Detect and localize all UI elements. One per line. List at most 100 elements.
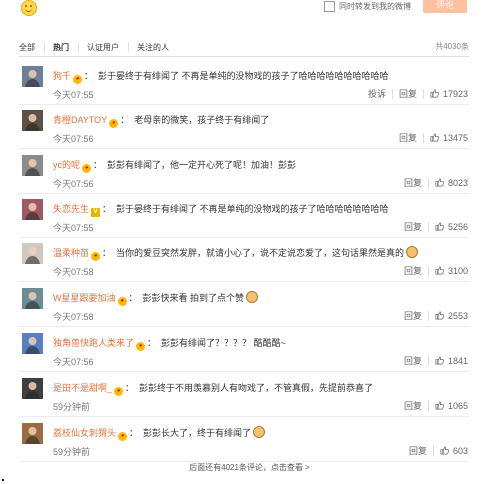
user-badge-icon: ◕ (82, 164, 92, 173)
tab-hot[interactable]: 热门 (53, 42, 69, 53)
thumbs-up-icon (435, 311, 444, 320)
avatar[interactable] (22, 288, 43, 309)
comment-line: yc的呢 ◕： 彭彭有绯闻了，他一定开心死了呢！加油！彭彭 (53, 158, 296, 173)
reply-button[interactable]: 回复 (399, 131, 417, 144)
comment-text: 彭于晏终于有绯闻了 不再是单纯的没物戏的孩子了哈哈哈哈哈哈哈哈 (116, 204, 389, 214)
comment-actions: 回复 2553 (398, 309, 468, 322)
thumbs-up-icon (435, 401, 444, 410)
avatar[interactable] (22, 243, 43, 264)
comment-colon: ： (102, 248, 112, 258)
comment-text: 彭彭长大了，终于有绯闻了 (143, 428, 252, 438)
action-divider (422, 88, 424, 99)
like-button[interactable]: 5256 (435, 222, 468, 232)
emoji-picker-icon[interactable] (21, 0, 37, 16)
reply-button[interactable]: 回复 (404, 220, 422, 233)
action-divider (427, 355, 429, 366)
comment-line: 独角兽快跑人类来了 ◕： 彭彭有绯闻了？？？？ 酷酷酷~ (53, 336, 286, 351)
avatar[interactable] (22, 66, 43, 87)
like-button[interactable]: 2553 (435, 311, 468, 321)
like-button[interactable]: 8023 (435, 178, 468, 188)
action-divider (427, 400, 429, 411)
comment-line: 荔枝仙女刺猬头 ◕： 彭彭长大了，终于有绯闻了 (53, 426, 266, 441)
like-button[interactable]: 13475 (430, 133, 468, 143)
comment-item: W星星跟要加油 ◕： 彭彭快来看 拍到了点个赞 今天07:58 回复 2553 (19, 282, 469, 327)
like-count: 8023 (447, 177, 468, 188)
comment-text: 当你的爱豆突然发胖，就请小心了，说不定说恋爱了，这句话果然是真的 (116, 248, 405, 258)
reply-button[interactable]: 回复 (404, 264, 422, 277)
thumbs-up-icon (435, 356, 444, 365)
like-count: 3100 (447, 265, 468, 276)
user-badge-icon: ◕ (91, 252, 101, 261)
tab-followed-users[interactable]: 关注的人 (137, 42, 169, 53)
thumbs-up-icon (435, 178, 444, 187)
comment-time: 今天07:55 (53, 223, 94, 233)
like-button[interactable]: 1841 (435, 356, 468, 366)
tabs-divider (19, 56, 469, 57)
username-link[interactable]: yc的呢 (53, 160, 80, 170)
username-link[interactable]: 是田不是甜啊_ (53, 383, 112, 393)
comment-line: 温柔种苗 ◕： 当你的爱豆突然发胖，就请小心了，说不定说恋爱了，这句话果然是真的 (53, 246, 419, 261)
username-link[interactable]: 青橙DAYTOY (53, 115, 107, 125)
reply-button[interactable]: 回复 (409, 444, 427, 457)
report-button[interactable]: 投诉 (368, 87, 386, 100)
username-link[interactable]: 荔枝仙女刺猬头 (53, 428, 116, 438)
comment-actions: 回复 5256 (398, 220, 468, 233)
tab-verified-users[interactable]: 认证用户 (87, 42, 119, 53)
avatar[interactable] (22, 423, 43, 444)
comment-item: 是田不是甜啊_ ◕： 彭彭终于不用羡慕别人有吻戏了，不管真假，先提前恭喜了 59分钟前… (19, 372, 469, 417)
comment-time: 今天07:55 (53, 90, 94, 100)
comment-colon: ： (129, 428, 139, 438)
reply-button[interactable]: 回复 (404, 399, 422, 412)
thumbs-up-icon (440, 446, 449, 455)
comment-text: 彭彭有绯闻了？？？？ 酷酷酷~ (161, 338, 286, 348)
username-link[interactable]: 失恋先生 (53, 204, 89, 214)
comment-text: 彭彭终于不用羡慕别人有吻戏了，不管真假，先提前恭喜了 (139, 383, 374, 393)
tab-all[interactable]: 全部 (19, 42, 35, 53)
username-link[interactable]: W星星跟要加油 (53, 293, 116, 303)
like-button[interactable]: 3100 (435, 266, 468, 276)
avatar[interactable] (22, 155, 43, 176)
avatar[interactable] (22, 378, 43, 399)
comment-colon: ： (125, 383, 135, 393)
username-link[interactable]: 温柔种苗 (53, 248, 89, 258)
thumbs-up-icon (435, 222, 444, 231)
avatar[interactable] (22, 110, 43, 131)
reply-button[interactable]: 回复 (404, 354, 422, 367)
comment-time: 59分钟前 (53, 402, 91, 412)
reply-button[interactable]: 回复 (404, 176, 422, 189)
action-divider (422, 132, 424, 143)
comment-emoji-icon (253, 426, 266, 438)
reply-button[interactable]: 回复 (399, 87, 417, 100)
like-button[interactable]: 1065 (435, 401, 468, 411)
comment-text: 彭于晏终于有绯闻了 不再是单纯的没物戏的孩子了哈哈哈哈哈哈哈哈哈哈 (98, 71, 389, 81)
action-divider (427, 310, 429, 321)
thumbs-up-icon (430, 133, 439, 142)
comment-count: 共4030条 (435, 42, 469, 51)
avatar[interactable] (22, 199, 43, 220)
user-badge-icon: ◕ (117, 297, 127, 306)
comment-colon: ： (147, 338, 157, 348)
action-divider (427, 221, 429, 232)
like-button[interactable]: 603 (440, 446, 468, 456)
sync-label: 同时转发到我的微博 (339, 2, 411, 11)
comment-text: 彭彭快来看 拍到了点个赞 (142, 293, 245, 303)
sync-forward-option[interactable]: 同时转发到我的微博 (324, 1, 411, 12)
avatar[interactable] (22, 333, 43, 354)
comment-submit-button[interactable]: 评论 (423, 0, 467, 13)
comment-composer-bar: 同时转发到我的微博 评论 (0, 0, 499, 24)
sync-checkbox[interactable] (324, 1, 335, 12)
reply-button[interactable]: 回复 (404, 309, 422, 322)
action-divider (427, 177, 429, 188)
comment-panel: 同时转发到我的微博 评论 全部 热门 认证用户 关注的人 共4030条 狗千 ◕：… (0, 0, 499, 484)
action-divider (391, 88, 393, 99)
username-link[interactable]: 狗千 (53, 71, 71, 81)
like-button[interactable]: 17923 (430, 89, 468, 99)
more-comments-link[interactable]: 后面还有4021条评论，点击查看 > (0, 462, 499, 473)
username-link[interactable]: 独角兽快跑人类来了 (53, 338, 134, 348)
action-divider (427, 265, 429, 276)
comment-item: yc的呢 ◕： 彭彭有绯闻了，他一定开心死了呢！加油！彭彭 今天07:56 回复 8023 (19, 149, 469, 194)
like-count: 1065 (447, 400, 468, 411)
comment-line: 失恋先生 V： 彭于晏终于有绯闻了 不再是单纯的没物戏的孩子了哈哈哈哈哈哈哈哈 (53, 202, 389, 217)
comment-actions: 投诉 回复 17923 (362, 87, 468, 100)
like-count: 1841 (447, 355, 468, 366)
